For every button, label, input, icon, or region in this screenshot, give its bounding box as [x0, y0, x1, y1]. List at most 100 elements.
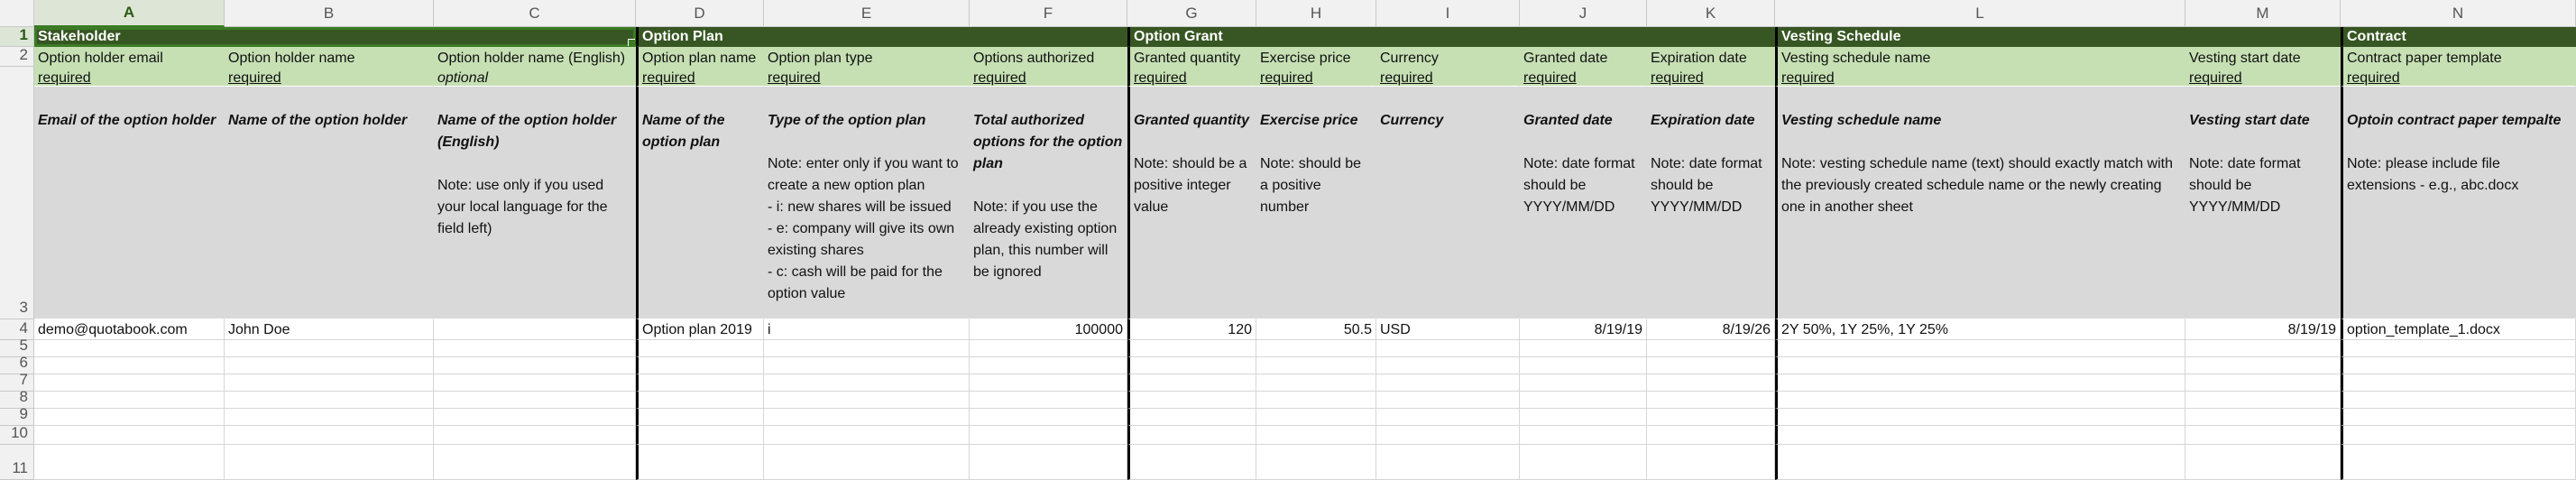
empty-cell[interactable] — [1376, 357, 1520, 374]
empty-cell[interactable] — [1256, 392, 1376, 409]
data-cell-g4[interactable]: 120 — [1127, 319, 1256, 340]
field-description-b[interactable]: Name of the option holder — [225, 87, 434, 319]
empty-cell[interactable] — [2341, 374, 2576, 392]
empty-cell[interactable] — [1127, 374, 1256, 392]
column-header-b[interactable]: B — [225, 0, 434, 27]
empty-cell[interactable] — [225, 426, 434, 445]
empty-cell[interactable] — [2185, 409, 2341, 426]
empty-cell[interactable] — [1647, 392, 1775, 409]
empty-cell[interactable] — [1775, 374, 2185, 392]
row-header-3[interactable]: 3 — [0, 67, 34, 319]
empty-cell[interactable] — [1256, 445, 1376, 480]
empty-cell[interactable] — [1647, 426, 1775, 445]
column-header-n[interactable]: N — [2341, 0, 2576, 27]
row-header-6[interactable]: 6 — [0, 354, 34, 374]
data-cell-m4[interactable]: 8/19/19 — [2185, 319, 2341, 340]
empty-cell[interactable] — [1256, 357, 1376, 374]
field-description-a[interactable]: Email of the option holder — [34, 87, 225, 319]
field-header-m[interactable]: Vesting start date required — [2185, 47, 2341, 87]
empty-cell[interactable] — [636, 357, 764, 374]
empty-cell[interactable] — [225, 340, 434, 357]
empty-cell[interactable] — [434, 357, 636, 374]
empty-cell[interactable] — [2185, 340, 2341, 357]
empty-cell[interactable] — [225, 374, 434, 392]
empty-cell[interactable] — [1647, 340, 1775, 357]
empty-cell[interactable] — [34, 374, 225, 392]
empty-cell[interactable] — [2341, 357, 2576, 374]
empty-cell[interactable] — [1256, 340, 1376, 357]
empty-cell[interactable] — [2341, 426, 2576, 445]
empty-cell[interactable] — [1520, 357, 1647, 374]
group-header-contract[interactable]: Contract — [2341, 27, 2576, 47]
column-header-i[interactable]: I — [1376, 0, 1520, 27]
field-header-d[interactable]: Option plan name required — [636, 47, 764, 87]
empty-cell[interactable] — [764, 445, 970, 480]
empty-cell[interactable] — [1647, 357, 1775, 374]
empty-cell[interactable] — [1520, 409, 1647, 426]
empty-cell[interactable] — [1520, 445, 1647, 480]
empty-cell[interactable] — [1256, 374, 1376, 392]
data-cell-j4[interactable]: 8/19/19 — [1520, 319, 1647, 340]
empty-cell[interactable] — [1256, 409, 1376, 426]
field-header-i[interactable]: Currency required — [1376, 47, 1520, 87]
select-all-corner[interactable] — [0, 0, 34, 27]
empty-cell[interactable] — [225, 357, 434, 374]
empty-cell[interactable] — [970, 445, 1127, 480]
field-description-k[interactable]: Expiration date Note: date format should … — [1647, 87, 1775, 319]
data-cell-l4[interactable]: 2Y 50%, 1Y 25%, 1Y 25% — [1775, 319, 2185, 340]
empty-cell[interactable] — [636, 340, 764, 357]
empty-cell[interactable] — [1775, 426, 2185, 445]
empty-cell[interactable] — [1520, 340, 1647, 357]
empty-cell[interactable] — [764, 392, 970, 409]
field-header-j[interactable]: Granted date required — [1520, 47, 1647, 87]
empty-cell[interactable] — [225, 392, 434, 409]
empty-cell[interactable] — [970, 357, 1127, 374]
data-cell-a4[interactable]: demo@quotabook.com — [34, 319, 225, 340]
row-header-5[interactable]: 5 — [0, 337, 34, 357]
empty-cell[interactable] — [1376, 445, 1520, 480]
row-header-1[interactable]: 1 — [0, 26, 34, 47]
field-description-m[interactable]: Vesting start date Note: date format shou… — [2185, 87, 2341, 319]
column-header-f[interactable]: F — [970, 0, 1127, 27]
empty-cell[interactable] — [636, 374, 764, 392]
column-header-m[interactable]: M — [2185, 0, 2341, 27]
row-header-4[interactable]: 4 — [0, 319, 34, 340]
row-header-10[interactable]: 10 — [0, 424, 34, 445]
row-header-8[interactable]: 8 — [0, 388, 34, 409]
field-description-c[interactable]: Name of the option holder (English) Note:… — [434, 87, 636, 319]
empty-cell[interactable] — [1127, 426, 1256, 445]
empty-cell[interactable] — [1647, 445, 1775, 480]
empty-cell[interactable] — [970, 374, 1127, 392]
empty-cell[interactable] — [764, 426, 970, 445]
empty-cell[interactable] — [225, 409, 434, 426]
field-description-l[interactable]: Vesting schedule name Note: vesting sched… — [1775, 87, 2185, 319]
empty-cell[interactable] — [1520, 426, 1647, 445]
empty-cell[interactable] — [434, 409, 636, 426]
data-cell-h4[interactable]: 50.5 — [1256, 319, 1376, 340]
empty-cell[interactable] — [434, 374, 636, 392]
empty-cell[interactable] — [2341, 340, 2576, 357]
empty-cell[interactable] — [2341, 445, 2576, 480]
empty-cell[interactable] — [1256, 426, 1376, 445]
empty-cell[interactable] — [2185, 357, 2341, 374]
column-header-h[interactable]: H — [1256, 0, 1376, 27]
empty-cell[interactable] — [1775, 409, 2185, 426]
field-description-h[interactable]: Exercise price Note: should be a positive… — [1256, 87, 1376, 319]
row-header-11[interactable]: 11 — [0, 445, 34, 480]
empty-cell[interactable] — [764, 374, 970, 392]
empty-cell[interactable] — [34, 426, 225, 445]
empty-cell[interactable] — [1127, 357, 1256, 374]
empty-cell[interactable] — [1127, 340, 1256, 357]
empty-cell[interactable] — [2185, 392, 2341, 409]
empty-cell[interactable] — [34, 409, 225, 426]
empty-cell[interactable] — [970, 392, 1127, 409]
empty-cell[interactable] — [2185, 426, 2341, 445]
group-header-option-grant[interactable]: Option Grant — [1127, 27, 1775, 47]
row-header-2[interactable]: 2 — [0, 46, 34, 67]
column-header-e[interactable]: E — [764, 0, 970, 27]
group-header-vesting-schedule[interactable]: Vesting Schedule — [1775, 27, 2341, 47]
field-header-a[interactable]: Option holder email required — [34, 47, 225, 87]
empty-cell[interactable] — [2185, 445, 2341, 480]
field-description-j[interactable]: Granted date Note: date format should be … — [1520, 87, 1647, 319]
empty-cell[interactable] — [1775, 357, 2185, 374]
